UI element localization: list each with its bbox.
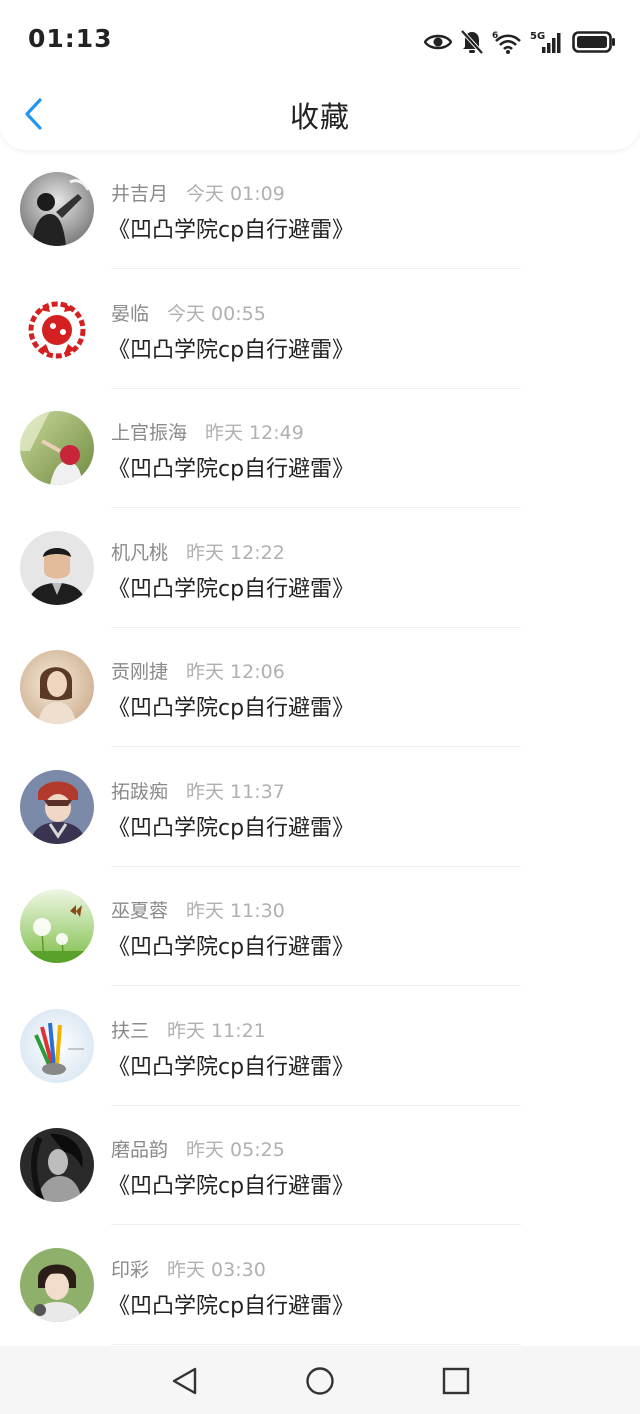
avatar	[20, 530, 94, 605]
item-message: 《凹凸学院cp自行避雷》	[108, 696, 355, 721]
list-item[interactable]: 巫夏蓉 昨天 11:30 《凹凸学院cp自行避雷》	[0, 877, 640, 997]
avatar	[20, 1128, 94, 1202]
item-time: 昨天 05:25	[186, 1139, 285, 1161]
divider	[111, 387, 521, 389]
list-item[interactable]: 晏临 今天 00:55 《凹凸学院cp自行避雷》	[0, 280, 640, 400]
item-message: 《凹凸学院cp自行避雷》	[108, 337, 355, 363]
item-time: 昨天 03:30	[167, 1258, 266, 1281]
divider	[111, 268, 521, 269]
item-message: 《凹凸学院cp自行避雷》	[108, 576, 355, 602]
divider	[111, 865, 521, 867]
avatar	[20, 650, 94, 724]
battery-icon	[572, 31, 615, 53]
item-name: 扶三	[111, 1019, 150, 1042]
divider	[111, 1104, 521, 1106]
list-item[interactable]: 印彩 昨天 03:30 《凹凸学院cp自行避雷》	[0, 1236, 640, 1356]
item-message: 《凹凸学院cp自行避雷》	[108, 457, 355, 482]
status-time: 01:13	[28, 24, 113, 53]
avatar	[20, 172, 94, 246]
system-nav-bar	[0, 1346, 640, 1414]
avatar	[20, 1247, 94, 1322]
item-message: 《凹凸学院cp自行避雷》	[108, 1293, 355, 1319]
favorites-list: 井吉月 今天 01:09 《凹凸学院cp自行避雷》 晏临 今天 00:55 《凹凸学…	[0, 160, 640, 1355]
item-name: 机凡桃	[111, 541, 169, 564]
nav-bar: 收藏	[0, 80, 640, 150]
item-message: 《凹凸学院cp自行避雷》	[108, 935, 355, 960]
item-name: 井吉月	[111, 183, 169, 205]
home-nav-button[interactable]	[305, 1366, 335, 1396]
list-item[interactable]: 拓跋痴 昨天 11:37 《凹凸学院cp自行避雷》	[0, 758, 640, 878]
divider	[111, 507, 521, 508]
item-message: 《凹凸学院cp自行避雷》	[108, 815, 355, 841]
item-name: 晏临	[111, 302, 150, 325]
divider	[111, 985, 521, 986]
item-time: 昨天 12:22	[186, 541, 285, 564]
header: 01:13 6 5G 收藏	[0, 0, 640, 150]
signal-5g-icon: 5G	[530, 31, 561, 53]
avatar	[20, 769, 94, 844]
list-item[interactable]: 机凡桃 昨天 12:22 《凹凸学院cp自行避雷》	[0, 519, 640, 639]
avatar	[20, 291, 94, 366]
triangle-back-icon	[172, 1367, 197, 1395]
item-name: 贡刚捷	[111, 661, 169, 683]
list-item[interactable]: 磨品韵 昨天 05:25 《凹凸学院cp自行避雷》	[0, 1116, 640, 1236]
item-name: 磨品韵	[111, 1139, 169, 1161]
list-item[interactable]: 上官振海 昨天 12:49 《凹凸学院cp自行避雷》	[0, 399, 640, 519]
page-title: 收藏	[289, 100, 350, 134]
avatar	[20, 1008, 94, 1083]
item-name: 拓跋痴	[111, 780, 169, 803]
divider	[111, 746, 521, 747]
avatar	[20, 411, 94, 485]
item-message: 《凹凸学院cp自行避雷》	[108, 218, 355, 243]
avatar	[20, 889, 94, 963]
item-time: 今天 01:09	[186, 183, 285, 205]
list-item[interactable]: 贡刚捷 昨天 12:06 《凹凸学院cp自行避雷》	[0, 638, 640, 758]
eye-icon	[424, 34, 452, 50]
item-message: 《凹凸学院cp自行避雷》	[108, 1054, 355, 1080]
divider	[111, 1224, 521, 1225]
circle-home-icon	[306, 1367, 334, 1395]
item-time: 昨天 12:06	[186, 661, 285, 683]
item-name: 巫夏蓉	[111, 900, 169, 922]
item-time: 今天 00:55	[167, 302, 266, 325]
svg-text:5G: 5G	[530, 31, 545, 42]
item-time: 昨天 11:30	[186, 900, 285, 922]
item-name: 印彩	[111, 1258, 150, 1281]
status-icons: 6 5G	[424, 24, 616, 60]
back-nav-button[interactable]	[170, 1366, 200, 1396]
list-item[interactable]: 井吉月 今天 01:09 《凹凸学院cp自行避雷》	[0, 160, 640, 280]
divider	[111, 626, 521, 628]
square-recents-icon	[442, 1367, 470, 1395]
status-bar: 01:13 6 5G	[0, 0, 640, 80]
item-time: 昨天 12:49	[205, 422, 304, 444]
list-item[interactable]: 扶三 昨天 11:21 《凹凸学院cp自行避雷》	[0, 997, 640, 1117]
item-name: 上官振海	[111, 422, 188, 444]
bell-muted-icon	[460, 29, 484, 55]
wifi-6-icon: 6	[492, 31, 521, 54]
item-message: 《凹凸学院cp自行避雷》	[108, 1174, 355, 1199]
divider	[111, 1343, 521, 1345]
item-time: 昨天 11:37	[186, 780, 285, 803]
item-time: 昨天 11:21	[167, 1019, 266, 1042]
recents-nav-button[interactable]	[441, 1366, 471, 1396]
